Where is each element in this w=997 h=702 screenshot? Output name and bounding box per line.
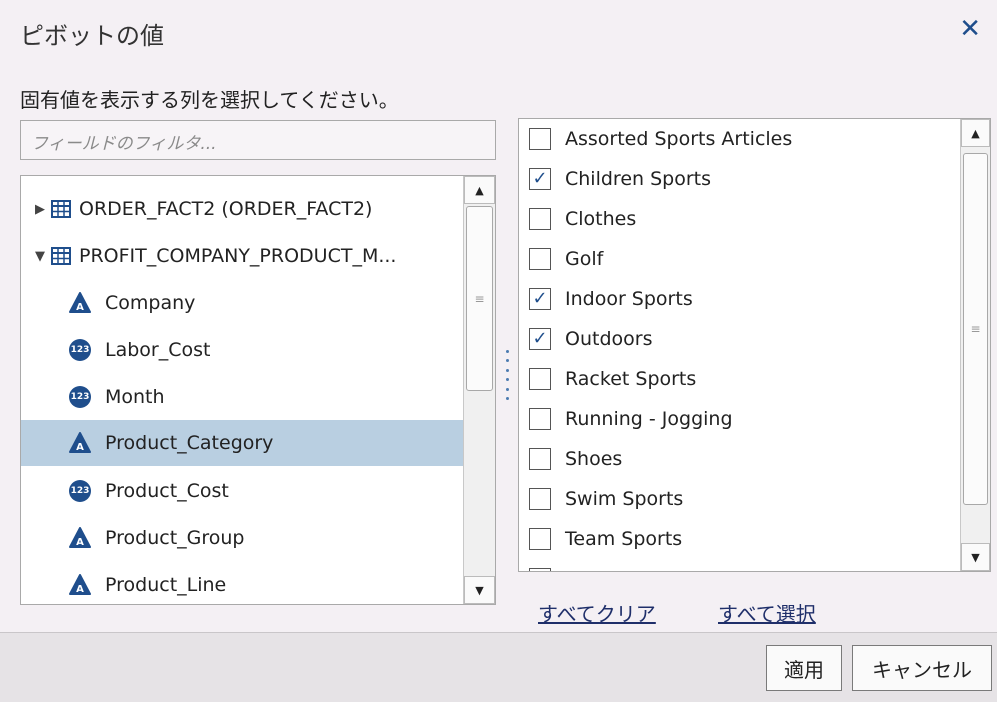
tree-scrollbar[interactable]: ▲ ≡ ▼ (463, 176, 495, 604)
field-tree: ▶ ORDER_FACT2 (ORDER_FACT2) ▼ PROFIT_COMPAN… (20, 175, 496, 605)
value-label: Winter Sports (565, 568, 695, 571)
value-list-item[interactable]: ✓ Indoor Sports (519, 279, 959, 319)
value-list-item[interactable]: Running - Jogging (519, 399, 959, 439)
value-checkbox[interactable] (529, 208, 551, 230)
scroll-up-icon[interactable]: ▲ (961, 119, 990, 147)
value-checkbox[interactable] (529, 448, 551, 470)
value-checkbox[interactable] (529, 248, 551, 270)
dialog-titlebar: ピボットの値 ✕ (0, 0, 997, 64)
svg-text:A: A (76, 537, 84, 548)
tree-item-label: Product_Line (105, 574, 227, 596)
tree-item-label: PROFIT_COMPANY_PRODUCT_M... (79, 245, 397, 267)
tree-item-label: Product_Cost (105, 480, 229, 502)
category-icon: A (69, 574, 91, 596)
value-checkbox[interactable] (529, 568, 551, 571)
tree-item-label: ORDER_FACT2 (ORDER_FACT2) (79, 198, 373, 220)
value-label: Indoor Sports (565, 288, 693, 310)
tree-field-item[interactable]: A Product_Line (21, 562, 463, 604)
value-checkbox[interactable] (529, 368, 551, 390)
scroll-down-icon[interactable]: ▼ (464, 576, 495, 604)
tree-field-item[interactable]: A Product_Group (21, 515, 463, 561)
value-label: Assorted Sports Articles (565, 128, 793, 150)
values-scrollbar[interactable]: ▲ ≡ ▼ (960, 119, 990, 571)
close-icon[interactable]: ✕ (959, 14, 981, 44)
table-icon (51, 247, 71, 265)
value-label: Outdoors (565, 328, 653, 350)
tree-item-label: Product_Category (105, 432, 274, 454)
value-checkbox[interactable] (529, 128, 551, 150)
svg-text:A: A (76, 302, 84, 313)
value-list-item[interactable]: Golf (519, 239, 959, 279)
scroll-thumb[interactable]: ≡ (466, 206, 493, 391)
tree-item-label: Month (105, 386, 165, 408)
scroll-down-icon[interactable]: ▼ (961, 543, 990, 571)
value-label: Children Sports (565, 168, 711, 190)
select-all-link[interactable]: すべて選択 (718, 598, 816, 627)
value-list-item[interactable]: Winter Sports (519, 559, 959, 571)
tree-field-item[interactable]: A Company (21, 280, 463, 326)
instruction-text: 固有値を表示する列を選択してください。 (20, 88, 399, 112)
panel-splitter-handle[interactable] (505, 350, 509, 400)
scroll-up-icon[interactable]: ▲ (464, 176, 495, 204)
svg-text:A: A (76, 584, 84, 595)
value-label: Golf (565, 248, 604, 270)
value-label: Clothes (565, 208, 637, 230)
value-label: Running - Jogging (565, 408, 733, 430)
value-checkbox[interactable] (529, 408, 551, 430)
measure-icon: 123 (69, 339, 91, 361)
value-list-item[interactable]: ✓ Children Sports (519, 159, 959, 199)
value-checkbox[interactable]: ✓ (529, 328, 551, 350)
tree-field-item[interactable]: 123 Month (21, 374, 463, 420)
measure-icon: 123 (69, 386, 91, 408)
clear-all-link[interactable]: すべてクリア (538, 598, 656, 627)
values-list: Assorted Sports Articles ✓ Children Sports… (518, 118, 991, 572)
value-list-item[interactable]: ✓ Outdoors (519, 319, 959, 359)
field-filter-input[interactable]: フィールドのフィルタ... (20, 120, 496, 160)
value-list-item[interactable]: Clothes (519, 199, 959, 239)
value-list-item[interactable]: Team Sports (519, 519, 959, 559)
value-label: Team Sports (565, 528, 683, 550)
dialog-footer: 適用 キャンセル (0, 632, 997, 702)
value-checkbox[interactable] (529, 528, 551, 550)
tree-table-node[interactable]: ▶ ORDER_FACT2 (ORDER_FACT2) (21, 186, 463, 232)
tree-table-node[interactable]: ▼ PROFIT_COMPANY_PRODUCT_M... (21, 233, 463, 279)
value-label: Swim Sports (565, 488, 684, 510)
category-icon: A (69, 432, 91, 454)
category-icon: A (69, 527, 91, 549)
table-icon (51, 200, 71, 218)
value-checkbox[interactable]: ✓ (529, 168, 551, 190)
tree-field-item[interactable]: 123 Labor_Cost (21, 327, 463, 373)
value-list-item[interactable]: Swim Sports (519, 479, 959, 519)
tree-item-label: Product_Group (105, 527, 245, 549)
tree-field-item[interactable]: A Product_Category (21, 420, 463, 466)
caret-right-icon[interactable]: ▶ (33, 202, 47, 217)
scroll-thumb[interactable]: ≡ (963, 153, 988, 505)
tree-item-label: Labor_Cost (105, 339, 211, 361)
value-label: Racket Sports (565, 368, 697, 390)
cancel-button[interactable]: キャンセル (852, 645, 992, 691)
value-checkbox[interactable]: ✓ (529, 288, 551, 310)
dialog-title: ピボットの値 (20, 22, 164, 50)
category-icon: A (69, 292, 91, 314)
measure-icon: 123 (69, 480, 91, 502)
tree-field-item[interactable]: 123 Product_Cost (21, 468, 463, 514)
value-list-item[interactable]: Assorted Sports Articles (519, 119, 959, 159)
tree-item-label: Company (105, 292, 196, 314)
caret-down-icon[interactable]: ▼ (33, 249, 47, 264)
value-list-item[interactable]: Racket Sports (519, 359, 959, 399)
value-label: Shoes (565, 448, 623, 470)
value-list-item[interactable]: Shoes (519, 439, 959, 479)
value-checkbox[interactable] (529, 488, 551, 510)
apply-button[interactable]: 適用 (766, 645, 842, 691)
svg-text:A: A (76, 442, 84, 453)
